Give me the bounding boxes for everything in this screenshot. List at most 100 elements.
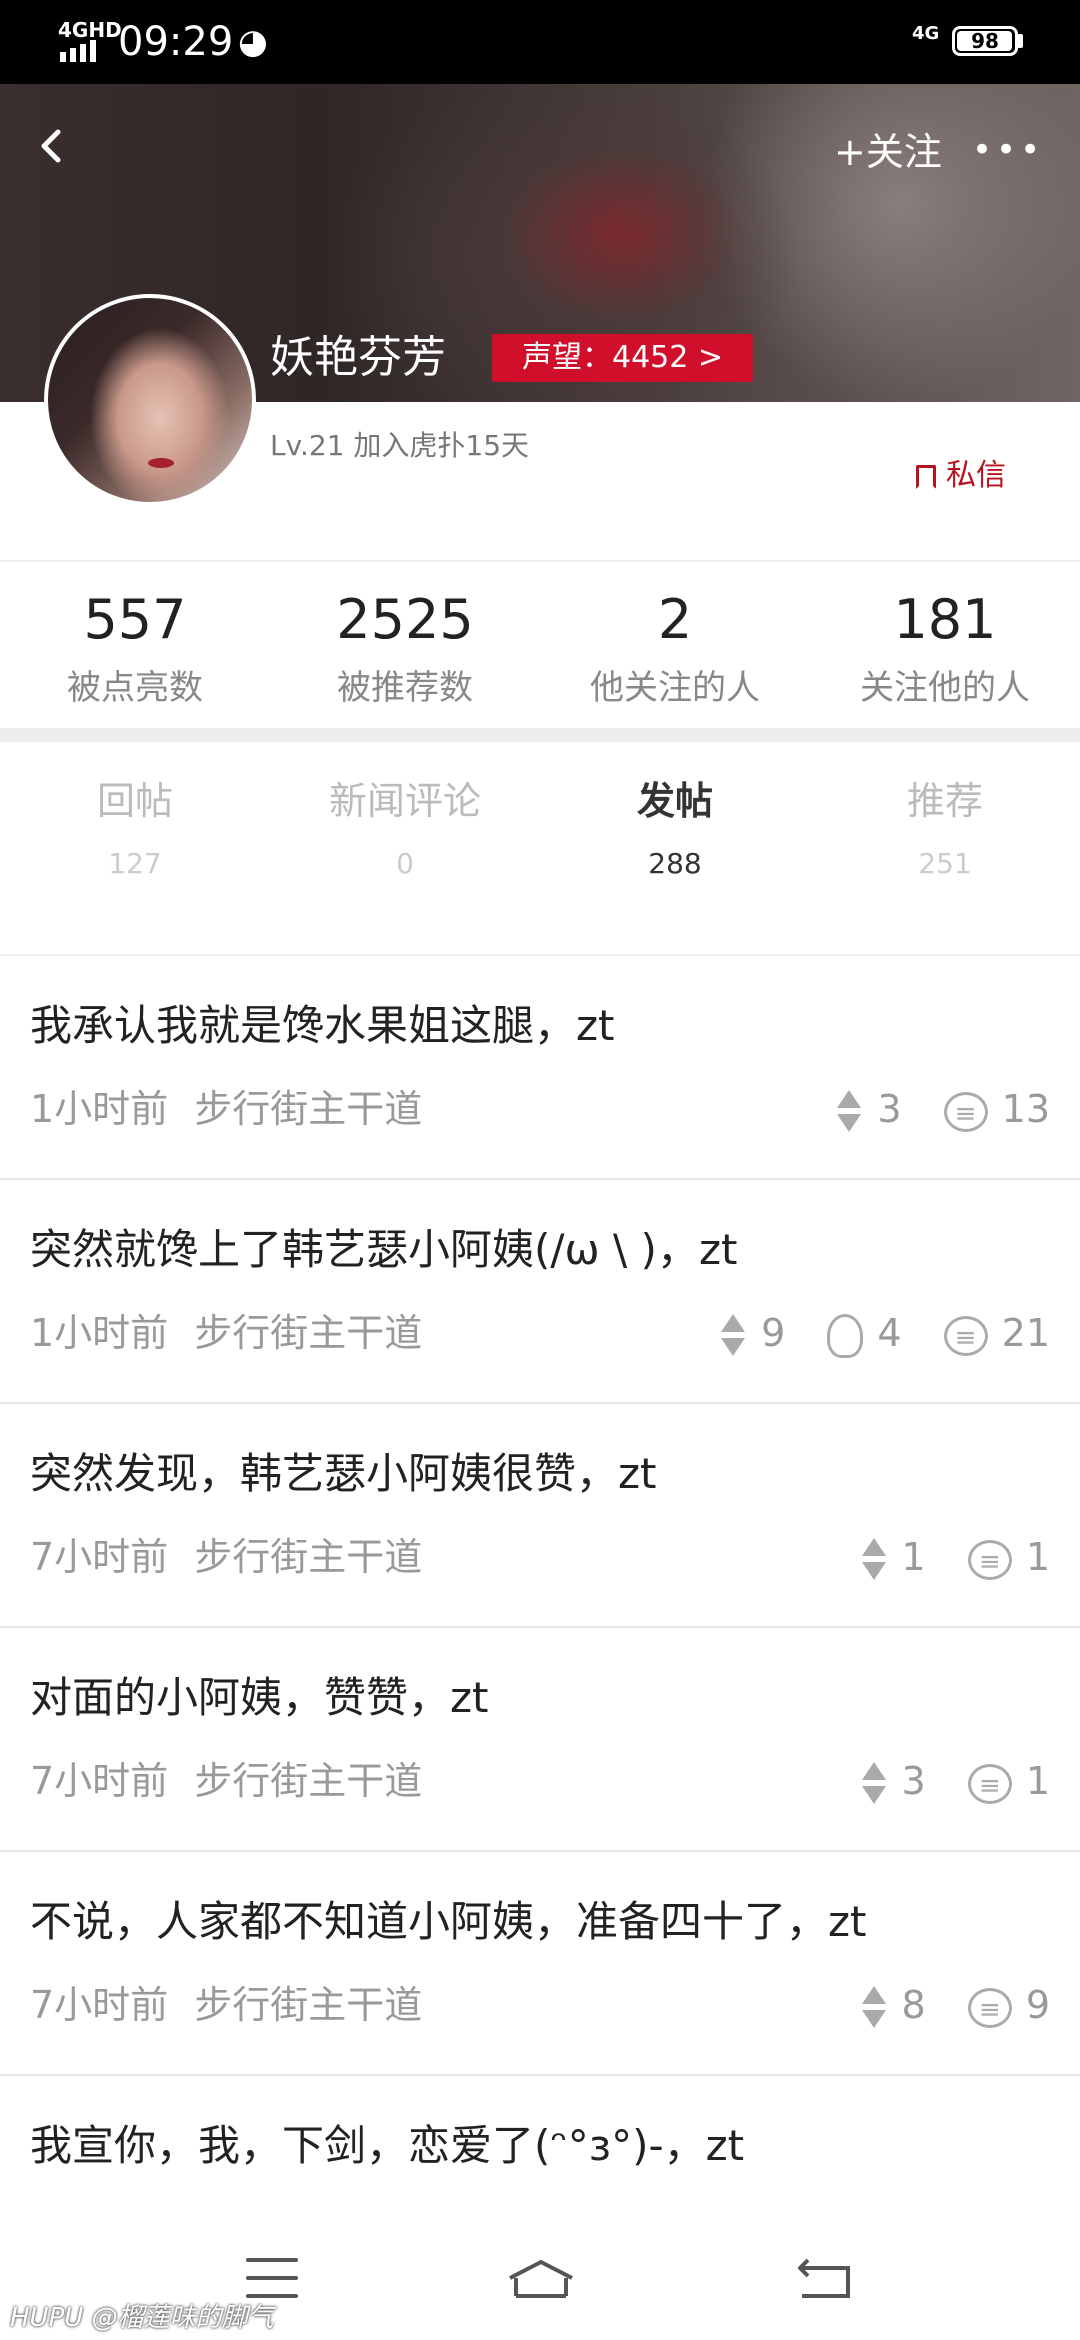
tab-recommend[interactable]: 推荐 251 bbox=[810, 776, 1080, 882]
tab-count: 288 bbox=[648, 847, 702, 880]
comment-icon bbox=[967, 1537, 1012, 1587]
recommend-icon bbox=[860, 1536, 888, 1584]
return-shape bbox=[798, 2258, 850, 2298]
stat-followers[interactable]: 181 关注他的人 bbox=[810, 588, 1080, 710]
post-item[interactable]: 我承认我就是馋水果姐这腿，zt 1小时前步行街主干道 3 13 bbox=[0, 956, 1080, 1180]
battery-icon: 98 bbox=[952, 26, 1018, 56]
post-stats: 3 13 bbox=[805, 1084, 1050, 1139]
post-title: 我承认我就是馋水果姐这腿，zt bbox=[30, 1001, 615, 1050]
private-message-button[interactable]: 私信 bbox=[916, 456, 1006, 496]
tab-label: 发帖 bbox=[636, 779, 713, 823]
level-info: Lv.21 加入虎扑15天 bbox=[270, 429, 530, 462]
recommend-count: 8 bbox=[860, 1980, 926, 2032]
follow-button[interactable]: +关注 bbox=[834, 130, 942, 174]
recommend-icon bbox=[835, 1088, 863, 1136]
tab-count: 127 bbox=[108, 847, 162, 880]
comment-value: 9 bbox=[1025, 1983, 1050, 2027]
comment-value: 1 bbox=[1025, 1759, 1050, 1803]
post-item[interactable]: 不说，人家都不知道小阿姨，准备四十了，zt 7小时前步行街主干道 8 9 bbox=[0, 1852, 1080, 2076]
post-time: 7小时前 bbox=[30, 1759, 169, 1803]
recommend-value: 3 bbox=[877, 1087, 902, 1131]
stat-recommended-count[interactable]: 2525 被推荐数 bbox=[270, 588, 540, 710]
stat-value: 181 bbox=[893, 588, 997, 651]
post-title: 不说，人家都不知道小阿姨，准备四十了，zt bbox=[30, 1897, 867, 1946]
post-title: 突然就馋上了韩艺瑟小阿姨(/ω \ )，zt bbox=[30, 1225, 738, 1274]
post-board: 步行街主干道 bbox=[194, 1535, 423, 1579]
tab-count: 251 bbox=[918, 847, 972, 880]
comment-icon bbox=[943, 1313, 988, 1363]
comment-count: 13 bbox=[943, 1084, 1050, 1139]
reputation-badge[interactable]: 声望：4452 > bbox=[492, 334, 754, 382]
tab-news-comments[interactable]: 新闻评论 0 bbox=[270, 776, 540, 882]
post-board: 步行街主干道 bbox=[194, 1087, 423, 1131]
chevron-left-icon bbox=[41, 129, 61, 163]
post-item[interactable]: 突然发现，韩艺瑟小阿姨很赞，zt 7小时前步行街主干道 1 1 bbox=[0, 1404, 1080, 1628]
lightbulb-icon bbox=[827, 1313, 864, 1358]
stat-label: 被点亮数 bbox=[67, 668, 203, 708]
stat-value: 2525 bbox=[336, 588, 474, 651]
battery-cap bbox=[1018, 34, 1023, 48]
tab-label: 回帖 bbox=[96, 779, 173, 823]
recommend-value: 3 bbox=[901, 1759, 926, 1803]
mobile-data-indicator: 4G bbox=[912, 23, 940, 44]
private-message-label: 私信 bbox=[946, 458, 1006, 493]
post-time: 7小时前 bbox=[30, 1535, 169, 1579]
menu-icon[interactable] bbox=[246, 2258, 298, 2298]
post-board: 步行街主干道 bbox=[194, 1311, 423, 1355]
post-meta: 7小时前 步行街主干道 bbox=[30, 1532, 422, 1582]
recommend-count: 3 bbox=[835, 1084, 902, 1136]
post-time: 1小时前 bbox=[30, 1311, 169, 1355]
recommend-icon bbox=[860, 1760, 888, 1808]
post-title: 我宣你，我，下剑，恋爱了(ᵔ°з°)-，zt bbox=[30, 2121, 745, 2170]
tab-label: 推荐 bbox=[906, 779, 983, 823]
post-meta: 7小时前 步行街主干道 bbox=[30, 1980, 422, 2030]
home-shape bbox=[509, 2260, 573, 2298]
post-title: 对面的小阿姨，赞赞，zt bbox=[30, 1673, 489, 1722]
tab-posts[interactable]: 发帖 288 bbox=[540, 776, 810, 882]
flag-icon bbox=[916, 465, 936, 489]
comment-icon bbox=[943, 1089, 988, 1139]
avatar[interactable] bbox=[44, 294, 256, 506]
post-item[interactable]: 对面的小阿姨，赞赞，zt 7小时前步行街主干道 3 1 bbox=[0, 1628, 1080, 1852]
post-title: 突然发现，韩艺瑟小阿姨很赞，zt bbox=[30, 1449, 657, 1498]
stat-label: 关注他的人 bbox=[860, 668, 1030, 708]
comment-icon bbox=[967, 1761, 1012, 1811]
light-count: 4 bbox=[827, 1308, 902, 1358]
more-options-button[interactable]: ••• bbox=[972, 128, 1044, 172]
recommend-icon bbox=[719, 1312, 747, 1360]
avatar-detail bbox=[148, 458, 174, 468]
recommend-icon bbox=[860, 1984, 888, 2032]
watermark: HUPU @榴莲味的脚气 bbox=[10, 2303, 274, 2333]
post-stats: 9 4 21 bbox=[689, 1308, 1050, 1363]
tab-count: 0 bbox=[396, 847, 414, 880]
wechat-icon: ◕ bbox=[238, 22, 268, 62]
stat-lit-count[interactable]: 557 被点亮数 bbox=[0, 588, 270, 710]
post-item[interactable]: 突然就馋上了韩艺瑟小阿姨(/ω \ )，zt 1小时前步行街主干道 9 4 21 bbox=[0, 1180, 1080, 1404]
stat-following[interactable]: 2 他关注的人 bbox=[540, 588, 810, 710]
tab-replies[interactable]: 回帖 127 bbox=[0, 776, 270, 882]
post-meta: 7小时前 步行街主干道 bbox=[30, 1756, 422, 1806]
status-bar: 4GHD 09:29 ◕ 4G 98 bbox=[0, 0, 1080, 84]
recommend-count: 3 bbox=[860, 1756, 926, 1808]
tab-label: 新闻评论 bbox=[328, 779, 481, 823]
comment-count: 9 bbox=[967, 1980, 1050, 2035]
comment-value: 13 bbox=[1001, 1087, 1050, 1131]
home-icon[interactable] bbox=[506, 2258, 576, 2300]
post-stats: 3 1 bbox=[830, 1756, 1050, 1811]
post-time: 7小时前 bbox=[30, 1983, 169, 2027]
comment-value: 21 bbox=[1001, 1311, 1050, 1355]
battery-level: 98 bbox=[971, 29, 999, 53]
signal-icon bbox=[60, 40, 100, 62]
comment-count: 1 bbox=[967, 1756, 1050, 1811]
section-gap bbox=[0, 728, 1080, 742]
stat-label: 被推荐数 bbox=[337, 668, 473, 708]
post-meta: 1小时前 步行街主干道 bbox=[30, 1084, 422, 1134]
recommend-value: 9 bbox=[761, 1311, 786, 1355]
back-nav-icon[interactable] bbox=[794, 2256, 854, 2300]
stat-value: 2 bbox=[657, 588, 693, 651]
post-stats: 1 1 bbox=[830, 1532, 1050, 1587]
recommend-value: 1 bbox=[901, 1535, 926, 1579]
username: 妖艳芬芳 bbox=[270, 332, 446, 383]
back-button[interactable] bbox=[30, 124, 74, 168]
comment-count: 21 bbox=[943, 1308, 1050, 1363]
